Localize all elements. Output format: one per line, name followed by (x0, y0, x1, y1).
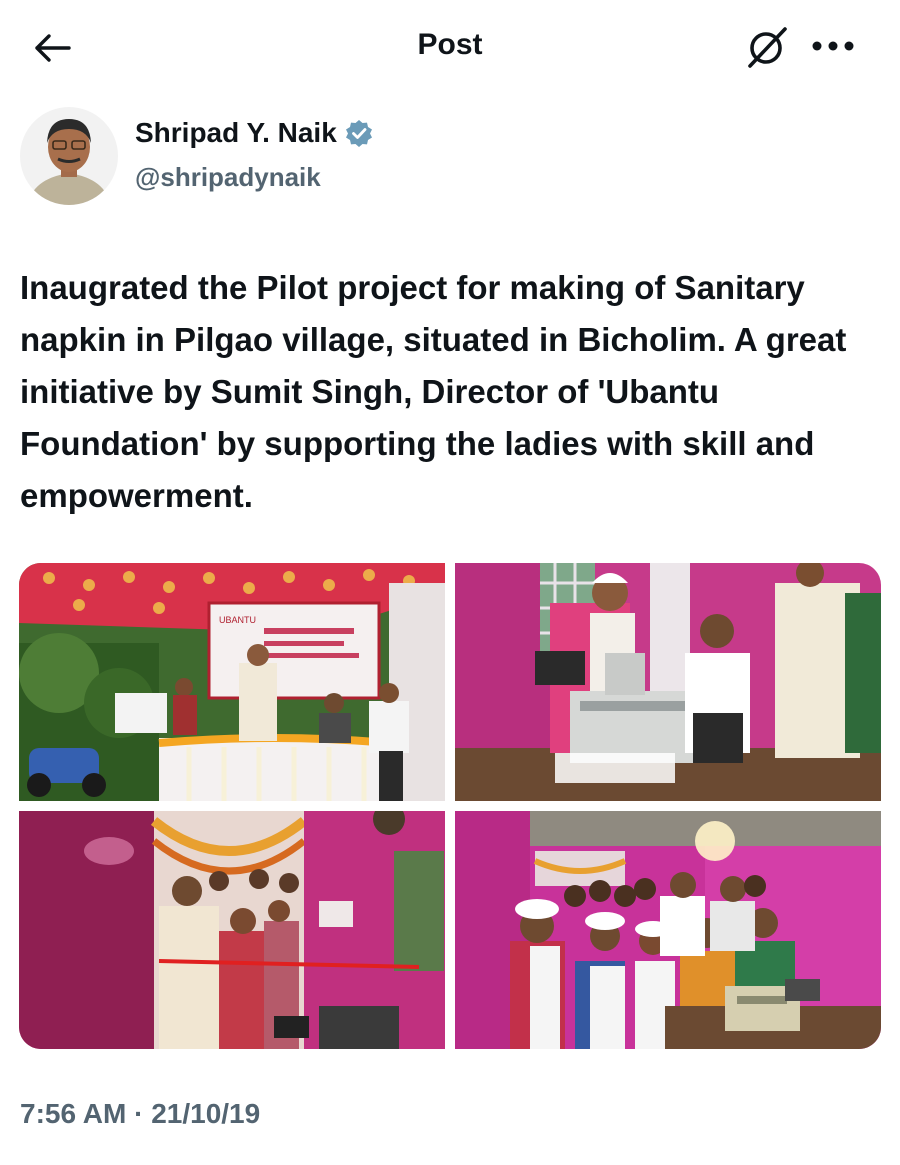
group-with-machine-image (455, 811, 881, 1049)
author-name[interactable]: Shripad Y. Naik (135, 117, 373, 149)
author-name-label: Shripad Y. Naik (135, 117, 337, 148)
group-with-machine-photo[interactable] (455, 811, 881, 1049)
post-text: Inaugrated the Pilot project for making … (20, 269, 847, 514)
media-grid: UBANTU (19, 563, 881, 1049)
grok-slash-icon (748, 27, 787, 68)
napkin-machine-demo-photo[interactable] (455, 563, 881, 801)
top-bar: Post (0, 0, 900, 95)
author-handle[interactable]: @shripadynaik (135, 162, 321, 193)
post-timestamp[interactable]: 7:56 AM · 21/10/19 (20, 1098, 260, 1130)
avatar[interactable] (20, 107, 118, 205)
back-button[interactable] (30, 26, 74, 70)
author-portrait-image (20, 107, 118, 205)
inauguration-stage-image: UBANTU (19, 563, 445, 801)
verified-badge-icon (345, 120, 372, 147)
napkin-machine-demo-image (455, 563, 881, 801)
arrow-left-icon (35, 34, 71, 62)
ribbon-cutting-image (19, 811, 445, 1049)
inauguration-stage-photo[interactable]: UBANTU (19, 563, 445, 801)
more-horizontal-icon (812, 41, 854, 51)
more-button[interactable] (808, 24, 858, 68)
banner-text: UBANTU (219, 615, 256, 625)
timestamp-link[interactable]: 7:56 AM · 21/10/19 (20, 1098, 260, 1129)
grok-button[interactable] (742, 22, 792, 72)
ribbon-cutting-photo[interactable] (19, 811, 445, 1049)
